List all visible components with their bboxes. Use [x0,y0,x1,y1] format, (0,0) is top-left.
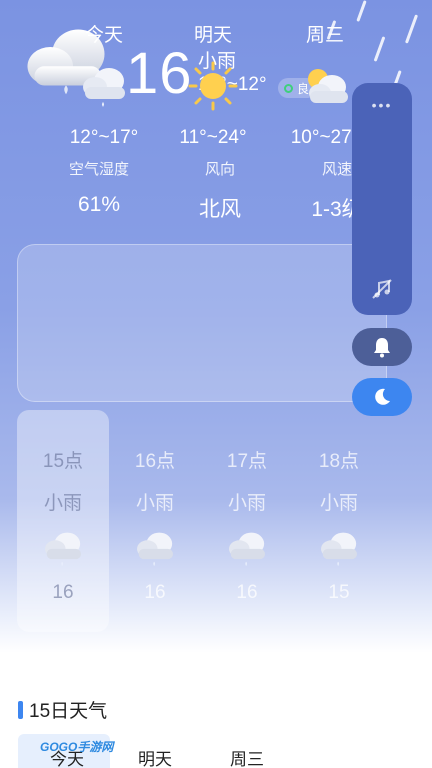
humidity-stat: 空气湿度 61% [49,158,149,217]
cloud-rain-icon [137,532,173,566]
cloud-rain-icon [321,532,357,566]
cloud-rain-icon [45,532,81,566]
tab-tomorrow[interactable]: 明天 [138,745,172,768]
bell-icon [374,338,390,358]
forecast-day-tomorrow[interactable]: 明天 11°~24° [163,20,263,149]
forecast-day-name: 今天 [84,25,123,46]
notification-toggle[interactable] [352,328,412,366]
tab-wednesday[interactable]: 周三 [230,745,264,768]
hourly-temp: 16 [52,582,74,603]
cloud-rain-icon [83,68,125,107]
hourly-item[interactable]: 17点 小雨 16 [201,446,293,604]
forecast-day-today[interactable]: 今天 12°~17° [54,20,154,149]
forecast-temp-range: 11°~24° [179,127,247,148]
section-accent-bar [18,700,23,719]
stat-label: 空气湿度 [68,161,129,178]
hourly-temp: 16 [144,582,166,603]
moon-icon [375,388,390,405]
hourly-time: 15点 [42,451,84,472]
dark-mode-toggle[interactable] [352,378,412,416]
section-title: 15日天气 [18,696,107,723]
forecast-card[interactable] [17,244,387,402]
hourly-condition: 小雨 [227,493,266,514]
sun-icon [188,61,238,111]
watermark-logo: GOGO手游网 [40,740,114,754]
hourly-condition: 小雨 [319,493,358,514]
hourly-item[interactable]: 16点 小雨 16 [109,446,201,604]
hourly-time: 18点 [318,451,360,472]
hourly-item[interactable]: 18点 小雨 15 [293,446,385,604]
stat-label: 风向 [204,161,235,178]
hourly-condition: 小雨 [135,493,174,514]
stat-value: 北风 [199,198,241,221]
hourly-temp: 16 [236,582,258,603]
forecast-temp-range: 12°~17° [69,127,139,148]
cloud-rain-icon [229,532,265,566]
hourly-temp: 15 [328,582,350,603]
partly-cloudy-icon [308,69,348,103]
control-panel[interactable]: ••• [352,83,412,315]
hourly-time: 17点 [226,451,268,472]
rain-streak [404,14,419,44]
forecast-day-name: 明天 [193,25,232,46]
more-icon[interactable]: ••• [352,97,412,113]
hourly-time: 16点 [134,451,176,472]
rain-streak [356,0,367,22]
rain-streak [373,36,386,62]
stat-value: 61% [77,193,121,216]
wind-direction-stat: 风向 北风 [170,158,270,223]
hourly-condition: 小雨 [43,493,82,514]
music-off-icon[interactable] [370,277,394,301]
section-title-text: 15日天气 [29,701,108,722]
hourly-item[interactable]: 15点 小雨 16 [17,446,109,604]
forecast-day-name: 周三 [305,25,344,46]
